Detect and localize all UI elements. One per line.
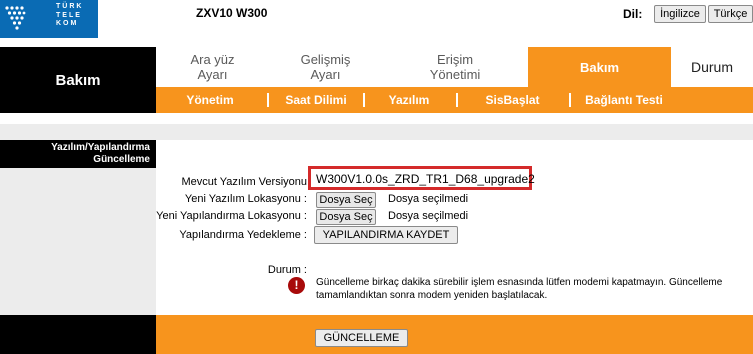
- tab-maintenance[interactable]: Bakım: [528, 47, 671, 87]
- subtab-diagnostics[interactable]: Bağlantı Testi: [568, 87, 680, 113]
- status-message: Güncelleme birkaç dakika sürebilir işlem…: [316, 277, 723, 301]
- tab-interface-setup[interactable]: Ara yüz Ayarı: [156, 47, 269, 87]
- subtab-separator: [456, 93, 458, 107]
- choose-software-file-button[interactable]: Dosya Seç: [316, 192, 376, 208]
- config-file-status: Dosya seçilmedi: [388, 210, 469, 222]
- divider-bar: [0, 124, 753, 140]
- section-title: Bakım: [0, 47, 156, 113]
- tab-status[interactable]: Durum: [671, 47, 753, 87]
- language-label: Dil:: [623, 7, 643, 21]
- subtab-separator: [363, 93, 365, 107]
- panel-title: Yazılım/Yapılandırma Güncelleme: [0, 140, 156, 168]
- turk-telekom-logo: TÜRK TELE KOM: [0, 0, 98, 38]
- current-version-label: Mevcut Yazılım Versiyonu: [181, 176, 307, 188]
- update-button[interactable]: GÜNCELLEME: [315, 329, 408, 347]
- main-tabs: Ara yüz Ayarı Gelişmiş Ayarı Erişim Yönetim…: [156, 47, 753, 87]
- save-config-button[interactable]: YAPILANDIRMA KAYDET: [314, 226, 458, 244]
- footer-left: [0, 315, 156, 354]
- logo-text: TÜRK TELE KOM: [56, 3, 84, 27]
- subtab-separator: [267, 93, 269, 107]
- sub-tabs: Yönetim Saat Dilimi Yazılım SisBaşlat Ba…: [156, 87, 753, 113]
- logo-dots-icon: [5, 6, 26, 30]
- tab-access-management[interactable]: Erişim Yönetimi: [382, 47, 528, 87]
- new-software-location-label: Yeni Yazılım Lokasyonu :: [184, 193, 307, 205]
- device-model: ZXV10 W300: [196, 6, 268, 20]
- choose-config-file-button[interactable]: Dosya Seç: [316, 209, 376, 225]
- warning-icon: !: [288, 277, 305, 294]
- tab-advanced-setup[interactable]: Gelişmiş Ayarı: [269, 47, 382, 87]
- subtab-system-restart[interactable]: SisBaşlat: [460, 87, 565, 113]
- current-version-value: W300V1.0.0s_ZRD_TR1_D68_upgrade2: [308, 166, 535, 190]
- subtab-time-zone[interactable]: Saat Dilimi: [272, 87, 360, 113]
- subtab-administration[interactable]: Yönetim: [156, 87, 264, 113]
- language-turkish-button[interactable]: Türkçe: [708, 5, 753, 23]
- subtab-firmware[interactable]: Yazılım: [367, 87, 451, 113]
- footer-bar: [156, 315, 753, 354]
- language-english-button[interactable]: İngilizce: [654, 5, 706, 23]
- status-label: Durum :: [267, 264, 307, 276]
- config-backup-label: Yapılandırma Yedekleme :: [179, 229, 307, 241]
- new-config-location-label: Yeni Yapılandırma Lokasyonu :: [156, 210, 307, 222]
- left-panel: Yazılım/Yapılandırma Güncelleme: [0, 140, 156, 315]
- software-file-status: Dosya seçilmedi: [388, 193, 469, 205]
